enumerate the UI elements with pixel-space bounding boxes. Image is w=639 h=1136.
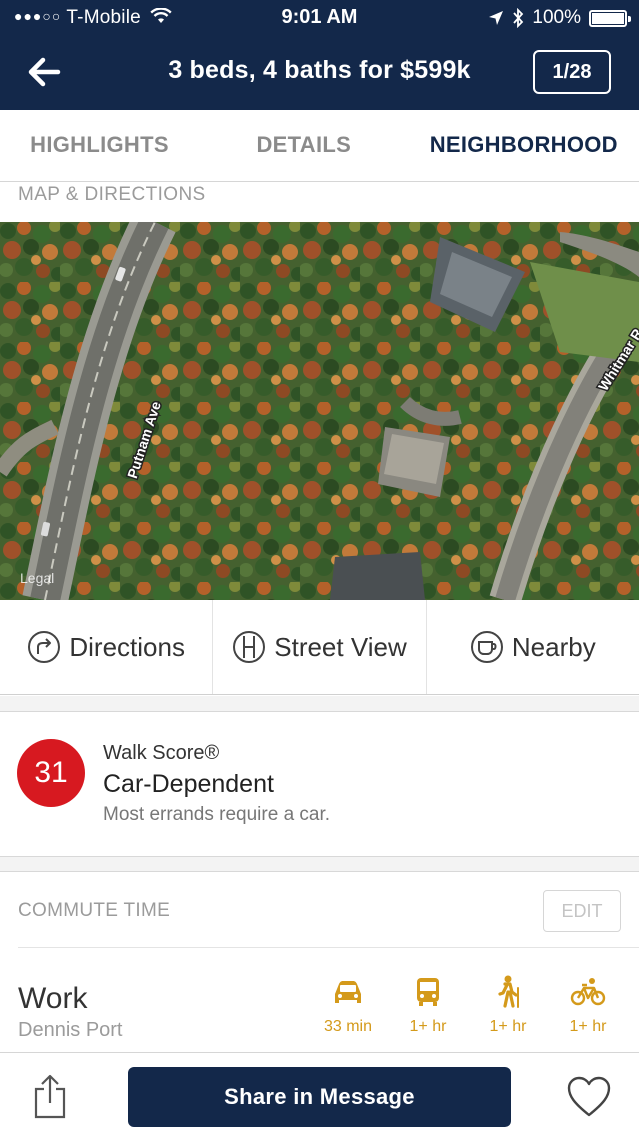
share-in-message-button[interactable]: Share in Message <box>128 1067 511 1127</box>
tab-details[interactable]: DETAILS <box>199 110 409 181</box>
commute-destination-name: Work <box>18 982 88 1015</box>
heart-icon[interactable] <box>566 1075 612 1119</box>
map-imagery: Putnam Ave Whitmar R <box>0 222 639 600</box>
walk-score-card[interactable]: 31 Walk Score® Car-Dependent Most errand… <box>0 712 639 856</box>
directions-button[interactable]: Directions <box>0 600 214 694</box>
commute-destination-town: Dennis Port <box>18 1019 123 1041</box>
nearby-button[interactable]: Nearby <box>427 600 639 694</box>
street-view-label: Street View <box>274 631 407 662</box>
nav-bar: 3 beds, 4 baths for $599k 1/28 <box>0 36 639 110</box>
commute-edit-button[interactable]: EDIT <box>543 890 621 932</box>
top-bar: ●●●○○ T-Mobile 9:01 AM 100% 3 beds, 4 ba… <box>0 0 639 110</box>
walk-score-title: Car-Dependent <box>103 770 274 798</box>
commute-heading: COMMUTE TIME <box>18 900 171 921</box>
section-divider <box>0 856 639 872</box>
commute-time-walk: 1+ hr <box>489 1018 527 1035</box>
commute-time-bus: 1+ hr <box>409 1018 447 1035</box>
bottom-bar: Share in Message <box>0 1052 639 1136</box>
bus-icon <box>417 978 439 1006</box>
commute-time-bike: 1+ hr <box>569 1018 607 1035</box>
commute-mode-car[interactable]: 33 min <box>308 974 388 1036</box>
nearby-label: Nearby <box>511 631 596 662</box>
walk-score-description: Most errands require a car. <box>103 804 331 825</box>
status-right: 100% <box>488 7 631 29</box>
section-divider <box>0 696 639 712</box>
street-view-icon <box>233 631 266 663</box>
tab-highlights[interactable]: HIGHLIGHTS <box>0 110 199 181</box>
map-legal-link[interactable]: Legal <box>20 570 54 586</box>
satellite-map[interactable]: Putnam Ave Whitmar R Legal <box>0 222 639 600</box>
street-view-button[interactable]: Street View <box>213 600 427 694</box>
commute-section: COMMUTE TIME EDIT Work Dennis Port 33 mi… <box>0 872 639 1052</box>
directions-icon <box>28 631 61 663</box>
battery-icon <box>589 9 631 27</box>
battery-percent: 100% <box>532 7 581 28</box>
walk-score-badge: 31 <box>17 739 85 807</box>
car-icon <box>335 981 361 1003</box>
bluetooth-icon <box>513 8 524 28</box>
tab-neighborhood[interactable]: NEIGHBORHOOD <box>409 110 639 181</box>
commute-mode-walk[interactable]: 1+ hr <box>468 974 548 1036</box>
commute-modes: 33 min 1+ hr 1+ hr 1+ hr <box>308 974 628 1036</box>
share-icon[interactable] <box>30 1073 70 1119</box>
commute-mode-bus[interactable]: 1+ hr <box>388 974 468 1036</box>
photo-pager-button[interactable]: 1/28 <box>533 50 611 94</box>
commute-time-car: 33 min <box>323 1018 373 1035</box>
status-bar: ●●●○○ T-Mobile 9:01 AM 100% <box>0 0 639 36</box>
map-section-heading: MAP & DIRECTIONS <box>18 184 206 205</box>
directions-label: Directions <box>69 631 185 662</box>
commute-divider <box>18 947 639 948</box>
location-arrow-icon <box>489 11 504 25</box>
commute-mode-bike[interactable]: 1+ hr <box>548 974 628 1036</box>
walk-icon <box>498 975 519 1008</box>
map-actions: Directions Street View Nearby <box>0 600 639 695</box>
coffee-cup-icon <box>470 631 503 663</box>
tab-bar: HIGHLIGHTS DETAILS NEIGHBORHOOD <box>0 110 639 182</box>
walk-score-label: Walk Score® <box>103 742 220 764</box>
bike-icon <box>570 978 606 1006</box>
